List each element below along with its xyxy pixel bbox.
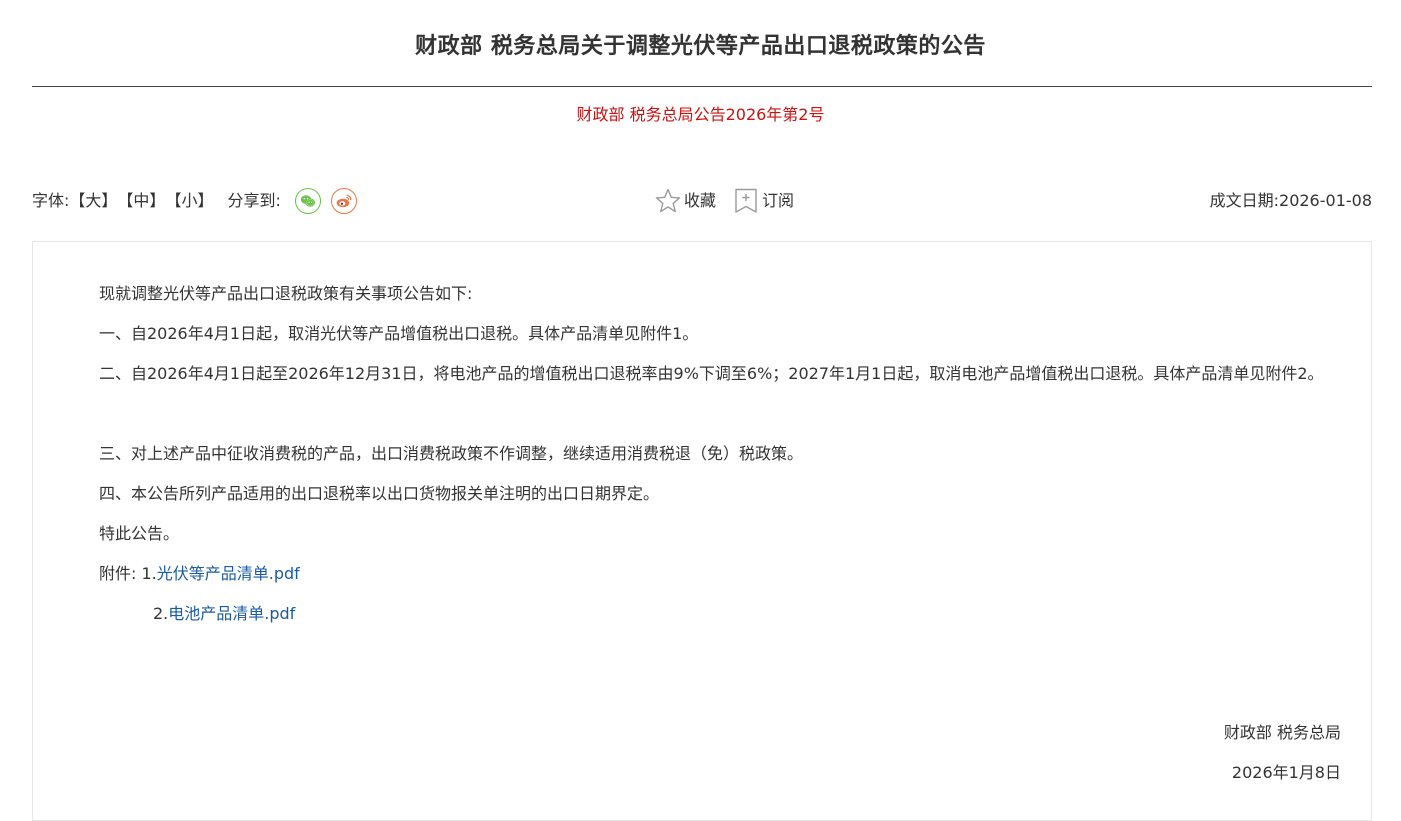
paragraph-item-3: 三、对上述产品中征收消费税的产品，出口消费税政策不作调整，继续适用消费税退（免）…	[99, 444, 804, 463]
subscribe-label: 订阅	[762, 191, 795, 210]
article-actions: 收藏 订阅	[654, 186, 794, 216]
font-size-large-button[interactable]: 【大】	[69, 186, 117, 216]
paragraph-closing: 特此公告。	[99, 524, 180, 543]
favorite-button[interactable]: 收藏	[654, 186, 716, 216]
paragraph-item-2: 二、自2026年4月1日起至2026年12月31日，将电池产品的增值税出口退税率…	[99, 364, 1324, 383]
wechat-icon[interactable]	[294, 188, 321, 214]
subscribe-button[interactable]: 订阅	[732, 186, 794, 216]
article-toolbar: 字体: 【大】 【中】 【小】 分享到: 收藏 订阅 成文日期:2026-01-…	[32, 186, 1372, 216]
weibo-icon[interactable]	[330, 188, 357, 214]
font-size-small-button[interactable]: 【小】	[165, 186, 213, 216]
font-size-and-share: 字体: 【大】 【中】 【小】 分享到:	[32, 186, 357, 216]
page-title: 财政部 税务总局关于调整光伏等产品出口退税政策的公告	[415, 34, 986, 59]
article-body: 现就调整光伏等产品出口退税政策有关事项公告如下: 一、自2026年4月1日起，取…	[32, 241, 1372, 821]
attachment-row: 2.电池产品清单.pdf	[153, 594, 295, 634]
attachment-link-battery-products[interactable]: 电池产品清单.pdf	[168, 604, 295, 623]
paragraph-item-1: 一、自2026年4月1日起，取消光伏等产品增值税出口退税。具体产品清单见附件1。	[99, 324, 699, 343]
paragraph-item-4: 四、本公告所列产品适用的出口退税率以出口货物报关单注明的出口日期界定。	[99, 484, 660, 503]
document-number: 财政部 税务总局公告2026年第2号	[576, 105, 825, 124]
attachment-row: 附件: 1.光伏等产品清单.pdf	[99, 554, 300, 594]
signature-date: 2026年1月8日	[1231, 763, 1341, 782]
star-icon	[655, 188, 681, 213]
font-size-medium-button[interactable]: 【中】	[117, 186, 165, 216]
signature: 财政部 税务总局	[1223, 723, 1341, 742]
font-size-label: 字体:	[32, 191, 70, 210]
paragraph-intro: 现就调整光伏等产品出口退税政策有关事项公告如下:	[99, 284, 473, 303]
attachment-index: 2.	[153, 604, 169, 623]
title-divider	[32, 86, 1372, 87]
publish-date-label: 成文日期:	[1209, 191, 1280, 210]
publish-date-value: 2026-01-08	[1279, 191, 1372, 210]
attachment-link-pv-products[interactable]: 光伏等产品清单.pdf	[157, 564, 300, 583]
publish-date: 成文日期:2026-01-08	[1210, 186, 1372, 216]
bookmark-plus-icon	[735, 188, 757, 213]
attachment-index: 1.	[141, 564, 157, 583]
share-label: 分享到:	[227, 191, 281, 210]
attachments-label: 附件:	[99, 564, 137, 583]
favorite-label: 收藏	[684, 191, 717, 210]
